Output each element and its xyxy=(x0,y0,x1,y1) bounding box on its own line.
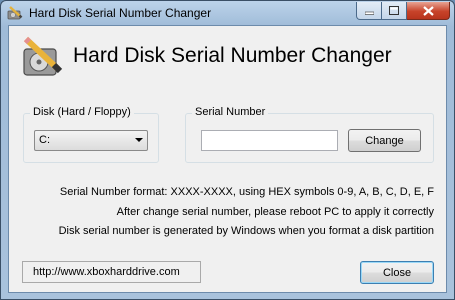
chevron-down-icon xyxy=(135,138,143,142)
close-icon xyxy=(422,5,434,16)
disk-select[interactable]: C: xyxy=(34,130,148,151)
serial-number-input[interactable] xyxy=(201,130,338,151)
serial-group: Serial Number Change xyxy=(185,106,434,163)
window-title: Hard Disk Serial Number Changer xyxy=(29,6,212,20)
app-window: Hard Disk Serial Number Changer Hard Dis… xyxy=(0,0,455,300)
title-bar[interactable]: Hard Disk Serial Number Changer xyxy=(1,1,454,25)
format-info: Serial Number format: XXXX-XXXX, using H… xyxy=(59,186,434,198)
caption-buttons xyxy=(356,2,450,21)
app-title: Hard Disk Serial Number Changer xyxy=(73,44,392,67)
change-button[interactable]: Change xyxy=(348,129,421,152)
close-window-button[interactable] xyxy=(407,2,450,20)
minimize-button[interactable] xyxy=(356,2,382,20)
serial-group-label: Serial Number xyxy=(192,106,269,118)
client-area: Hard Disk Serial Number Changer Disk (Ha… xyxy=(8,25,447,293)
website-link[interactable]: http://www.xboxharddrive.com xyxy=(22,261,201,283)
disk-select-value: C: xyxy=(39,134,50,146)
hdd-pencil-icon xyxy=(23,36,63,76)
disk-group: Disk (Hard / Floppy) C: xyxy=(23,106,159,163)
app-icon xyxy=(7,6,23,20)
reboot-info: After change serial number, please reboo… xyxy=(116,206,434,218)
minimize-icon xyxy=(364,11,374,15)
disk-group-label: Disk (Hard / Floppy) xyxy=(30,106,134,118)
close-button[interactable]: Close xyxy=(360,261,434,284)
generated-info: Disk serial number is generated by Windo… xyxy=(58,225,434,237)
maximize-button[interactable] xyxy=(382,2,407,20)
maximize-icon xyxy=(389,6,399,15)
